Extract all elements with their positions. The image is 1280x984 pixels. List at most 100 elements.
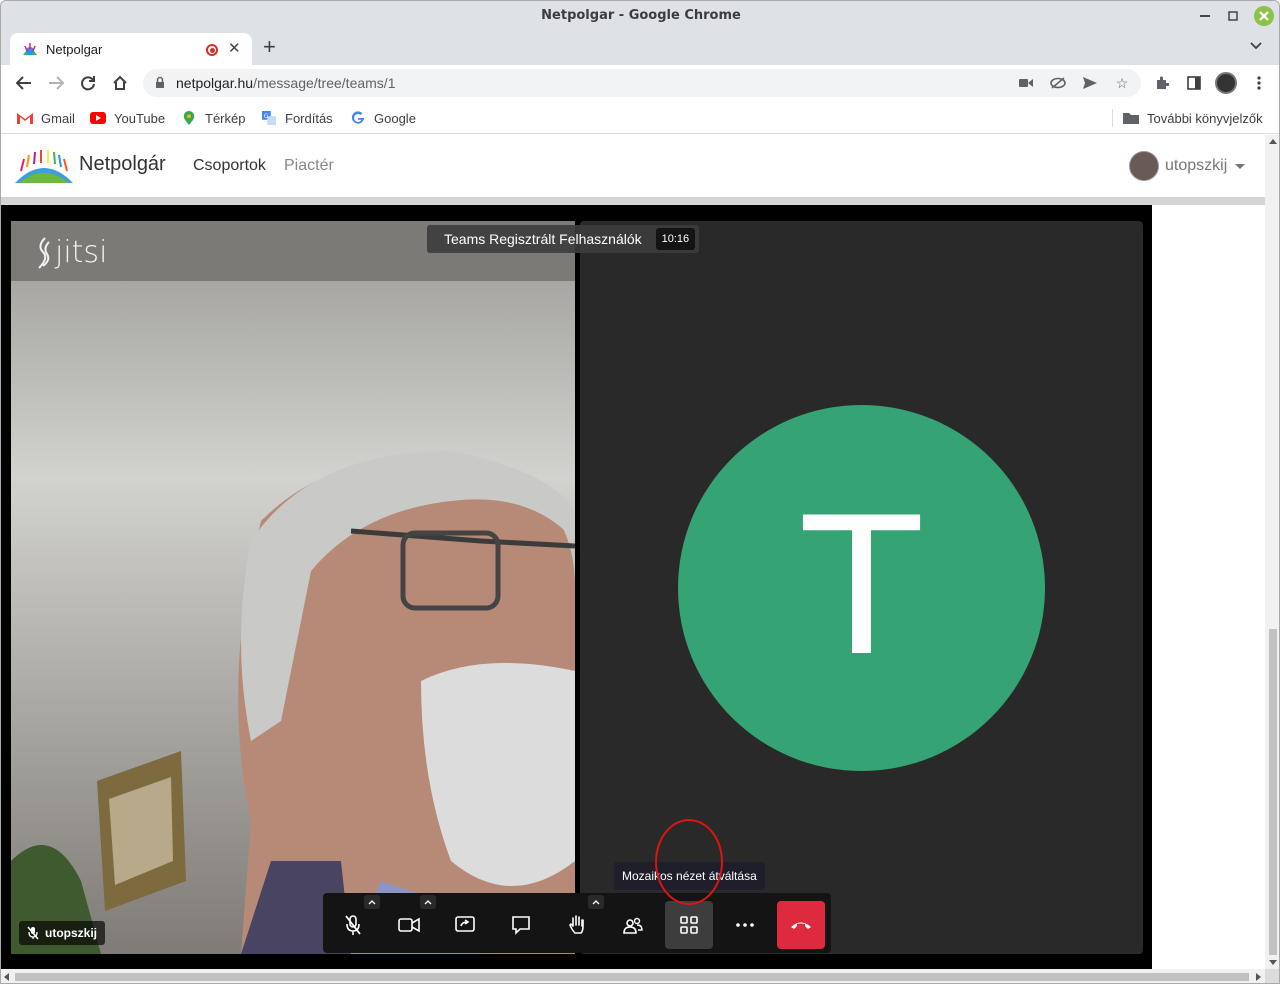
browser-menu-icon[interactable] (1248, 72, 1270, 94)
bookmark-folder-label: További könyvjelzők (1147, 110, 1263, 126)
bookmark-translate[interactable]: G Fordítás (261, 109, 333, 127)
remote-participant-avatar: T (678, 405, 1045, 771)
participants-button[interactable] (609, 901, 657, 949)
url-path: /message/tree/teams/1 (253, 75, 396, 91)
tab-strip: Netpolgar ✕ + (1, 31, 1279, 65)
home-icon (113, 75, 127, 90)
forward-button[interactable] (45, 72, 67, 94)
scroll-right-arrow-icon[interactable] (1256, 973, 1261, 981)
bookmark-label: YouTube (114, 110, 166, 126)
reactions-chevron-icon[interactable] (588, 895, 604, 909)
brand-name[interactable]: Netpolgár (79, 153, 166, 176)
tab-close-icon[interactable]: ✕ (228, 39, 241, 57)
jitsi-logo-text: jitsi (55, 235, 108, 270)
scrollbar-corner (1265, 969, 1279, 983)
participants-icon (623, 917, 643, 934)
bookmark-star-icon[interactable]: ☆ (1113, 75, 1131, 91)
tile-view-button[interactable] (665, 901, 713, 949)
bookmark-youtube[interactable]: YouTube (90, 109, 165, 127)
folder-icon (1123, 113, 1139, 124)
scroll-up-arrow-icon[interactable] (1269, 139, 1277, 144)
meeting-timer: 10:16 (655, 228, 696, 250)
profile-avatar[interactable] (1215, 72, 1237, 94)
user-menu[interactable]: utopszkij (1129, 151, 1246, 181)
local-video-tile[interactable]: jitsi utopszkij (11, 221, 575, 954)
nav-link-csoportok[interactable]: Csoportok (193, 157, 266, 175)
gmail-icon (17, 113, 33, 124)
page-content: Netpolgár Csoportok Piactér utopszkij ji… (1, 135, 1265, 969)
browser-window: Netpolgar - Google Chrome Netpolgar ✕ + (0, 0, 1280, 984)
send-icon[interactable] (1081, 75, 1099, 91)
extensions-icon[interactable] (1151, 72, 1173, 94)
close-window-button[interactable] (1254, 6, 1274, 26)
home-button[interactable] (109, 72, 131, 94)
new-tab-button[interactable]: + (263, 34, 276, 60)
netpolgar-logo[interactable] (15, 149, 73, 183)
browser-toolbar: netpolgar.hu/message/tree/teams/1 ☆ (1, 65, 1279, 101)
hangup-button[interactable] (777, 901, 825, 949)
bookmark-google[interactable]: Google (350, 109, 416, 127)
maximize-button[interactable] (1223, 6, 1243, 26)
back-arrow-icon (16, 76, 31, 90)
horizontal-scrollbar[interactable] (1, 969, 1265, 983)
scroll-down-arrow-icon[interactable] (1269, 960, 1277, 965)
bookmark-gmail[interactable]: Gmail (17, 109, 75, 127)
meeting-title: Teams Regisztrált Felhasználók (444, 231, 642, 247)
more-horizontal-icon (736, 923, 754, 927)
user-name: utopszkij (1165, 157, 1228, 174)
caret-down-icon (1235, 163, 1246, 169)
navbar-divider (1, 197, 1265, 205)
side-panel-icon[interactable] (1183, 72, 1205, 94)
lock-icon[interactable] (155, 76, 165, 89)
bookmark-label: Google (374, 110, 416, 126)
nav-link-piacter[interactable]: Piactér (284, 157, 334, 175)
muted-mic-icon (27, 926, 39, 940)
hide-icon[interactable] (1049, 75, 1067, 91)
user-avatar (1129, 151, 1159, 181)
maps-icon (183, 111, 195, 125)
translate-icon: G (262, 111, 276, 125)
google-icon (351, 111, 365, 124)
meeting-toolbar (323, 893, 831, 953)
jitsi-watermark[interactable]: jitsi (31, 235, 107, 270)
youtube-icon (90, 112, 106, 124)
raise-hand-icon (569, 915, 584, 934)
address-bar[interactable]: netpolgar.hu/message/tree/teams/1 ☆ (143, 69, 1141, 97)
bookmarks-bar: Gmail YouTube Térkép G Fordítás Google T… (1, 101, 1279, 134)
minimize-icon (1200, 15, 1210, 17)
horizontal-scroll-thumb[interactable] (15, 973, 1249, 981)
bookmark-label: Fordítás (285, 110, 333, 126)
chat-button[interactable] (497, 901, 545, 949)
bookmark-label: Térkép (205, 110, 246, 126)
hangup-phone-icon (791, 922, 811, 929)
audio-settings-chevron-icon[interactable] (364, 895, 380, 909)
screen-share-button[interactable] (441, 901, 489, 949)
app-navbar: Netpolgár Csoportok Piactér utopszkij (1, 135, 1265, 197)
maximize-icon (1228, 11, 1238, 21)
avatar-initial: T (803, 477, 920, 698)
url-text[interactable]: netpolgar.hu/message/tree/teams/1 (176, 75, 395, 91)
more-actions-button[interactable] (721, 901, 769, 949)
tab-title: Netpolgar (46, 42, 103, 57)
tab-search-chevron-icon[interactable] (1250, 37, 1262, 53)
title-bar: Netpolgar - Google Chrome (1, 1, 1279, 31)
window-title: Netpolgar - Google Chrome (541, 8, 741, 23)
forward-arrow-icon (49, 76, 64, 90)
recording-indicator-icon (206, 44, 218, 56)
vertical-scrollbar[interactable] (1265, 135, 1279, 969)
jitsi-logo-icon (38, 236, 50, 269)
back-button[interactable] (13, 72, 35, 94)
video-settings-chevron-icon[interactable] (420, 895, 436, 909)
vertical-scroll-thumb[interactable] (1269, 629, 1277, 955)
chat-icon (512, 916, 530, 935)
scroll-left-arrow-icon[interactable] (4, 973, 9, 981)
bookmarks-separator (1112, 109, 1113, 127)
bookmark-folder-other[interactable]: További könyvjelzők (1123, 109, 1263, 127)
minimize-button[interactable] (1195, 6, 1215, 26)
tab-netpolgar[interactable]: Netpolgar ✕ (10, 33, 252, 65)
bookmark-maps[interactable]: Térkép (181, 109, 245, 127)
close-icon (1259, 11, 1269, 21)
video-camera-icon (398, 917, 420, 933)
camera-in-use-icon[interactable] (1017, 75, 1035, 91)
reload-button[interactable] (77, 72, 99, 94)
